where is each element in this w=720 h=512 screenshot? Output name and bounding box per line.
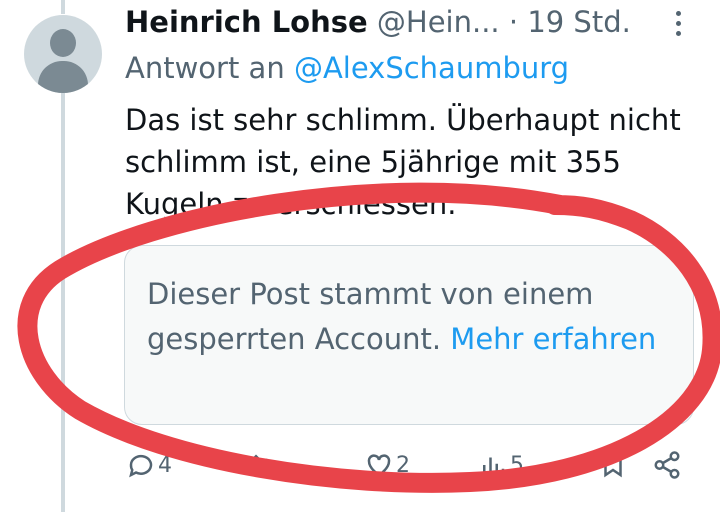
avatar-body bbox=[38, 61, 88, 93]
views-icon bbox=[483, 457, 505, 475]
action-bar: 4 2 5 bbox=[0, 445, 720, 485]
share-icon bbox=[654, 451, 680, 479]
avatar[interactable] bbox=[24, 15, 102, 93]
like-button[interactable]: 2 bbox=[364, 445, 410, 485]
reply-button[interactable]: 4 bbox=[126, 445, 172, 485]
retweet-button[interactable] bbox=[246, 445, 278, 485]
retweet-icon bbox=[251, 454, 271, 476]
bookmark-button[interactable] bbox=[598, 445, 628, 485]
thread-line-top bbox=[61, 0, 65, 14]
reply-context: Antwort an @AlexSchaumburg bbox=[125, 48, 569, 88]
reply-count: 4 bbox=[158, 452, 172, 478]
reply-icon bbox=[129, 454, 153, 478]
author-handle[interactable]: @Hein... bbox=[377, 5, 500, 39]
suspended-account-notice: Dieser Post stammt von einem gesperrten … bbox=[124, 245, 694, 425]
avatar-head bbox=[50, 29, 76, 57]
share-button[interactable] bbox=[652, 445, 682, 485]
reply-to-link[interactable]: @AlexSchaumburg bbox=[294, 51, 569, 85]
more-vertical-icon[interactable] bbox=[668, 11, 688, 39]
timestamp[interactable]: 19 Std. bbox=[527, 5, 631, 39]
bookmark-icon bbox=[604, 453, 622, 478]
heart-icon bbox=[367, 454, 391, 477]
tweet-header: Heinrich Lohse @Hein... · 19 Std. bbox=[125, 2, 631, 42]
separator-dot: · bbox=[508, 5, 519, 39]
learn-more-link[interactable]: Mehr erfahren bbox=[450, 322, 656, 356]
reply-prefix: Antwort an bbox=[125, 51, 285, 85]
views-button[interactable]: 5 bbox=[478, 445, 524, 485]
views-count: 5 bbox=[510, 452, 524, 478]
like-count: 2 bbox=[396, 452, 410, 478]
author-name[interactable]: Heinrich Lohse bbox=[125, 5, 368, 39]
tweet-text: Das ist sehr schlimm. Überhaupt nicht sc… bbox=[125, 103, 681, 221]
